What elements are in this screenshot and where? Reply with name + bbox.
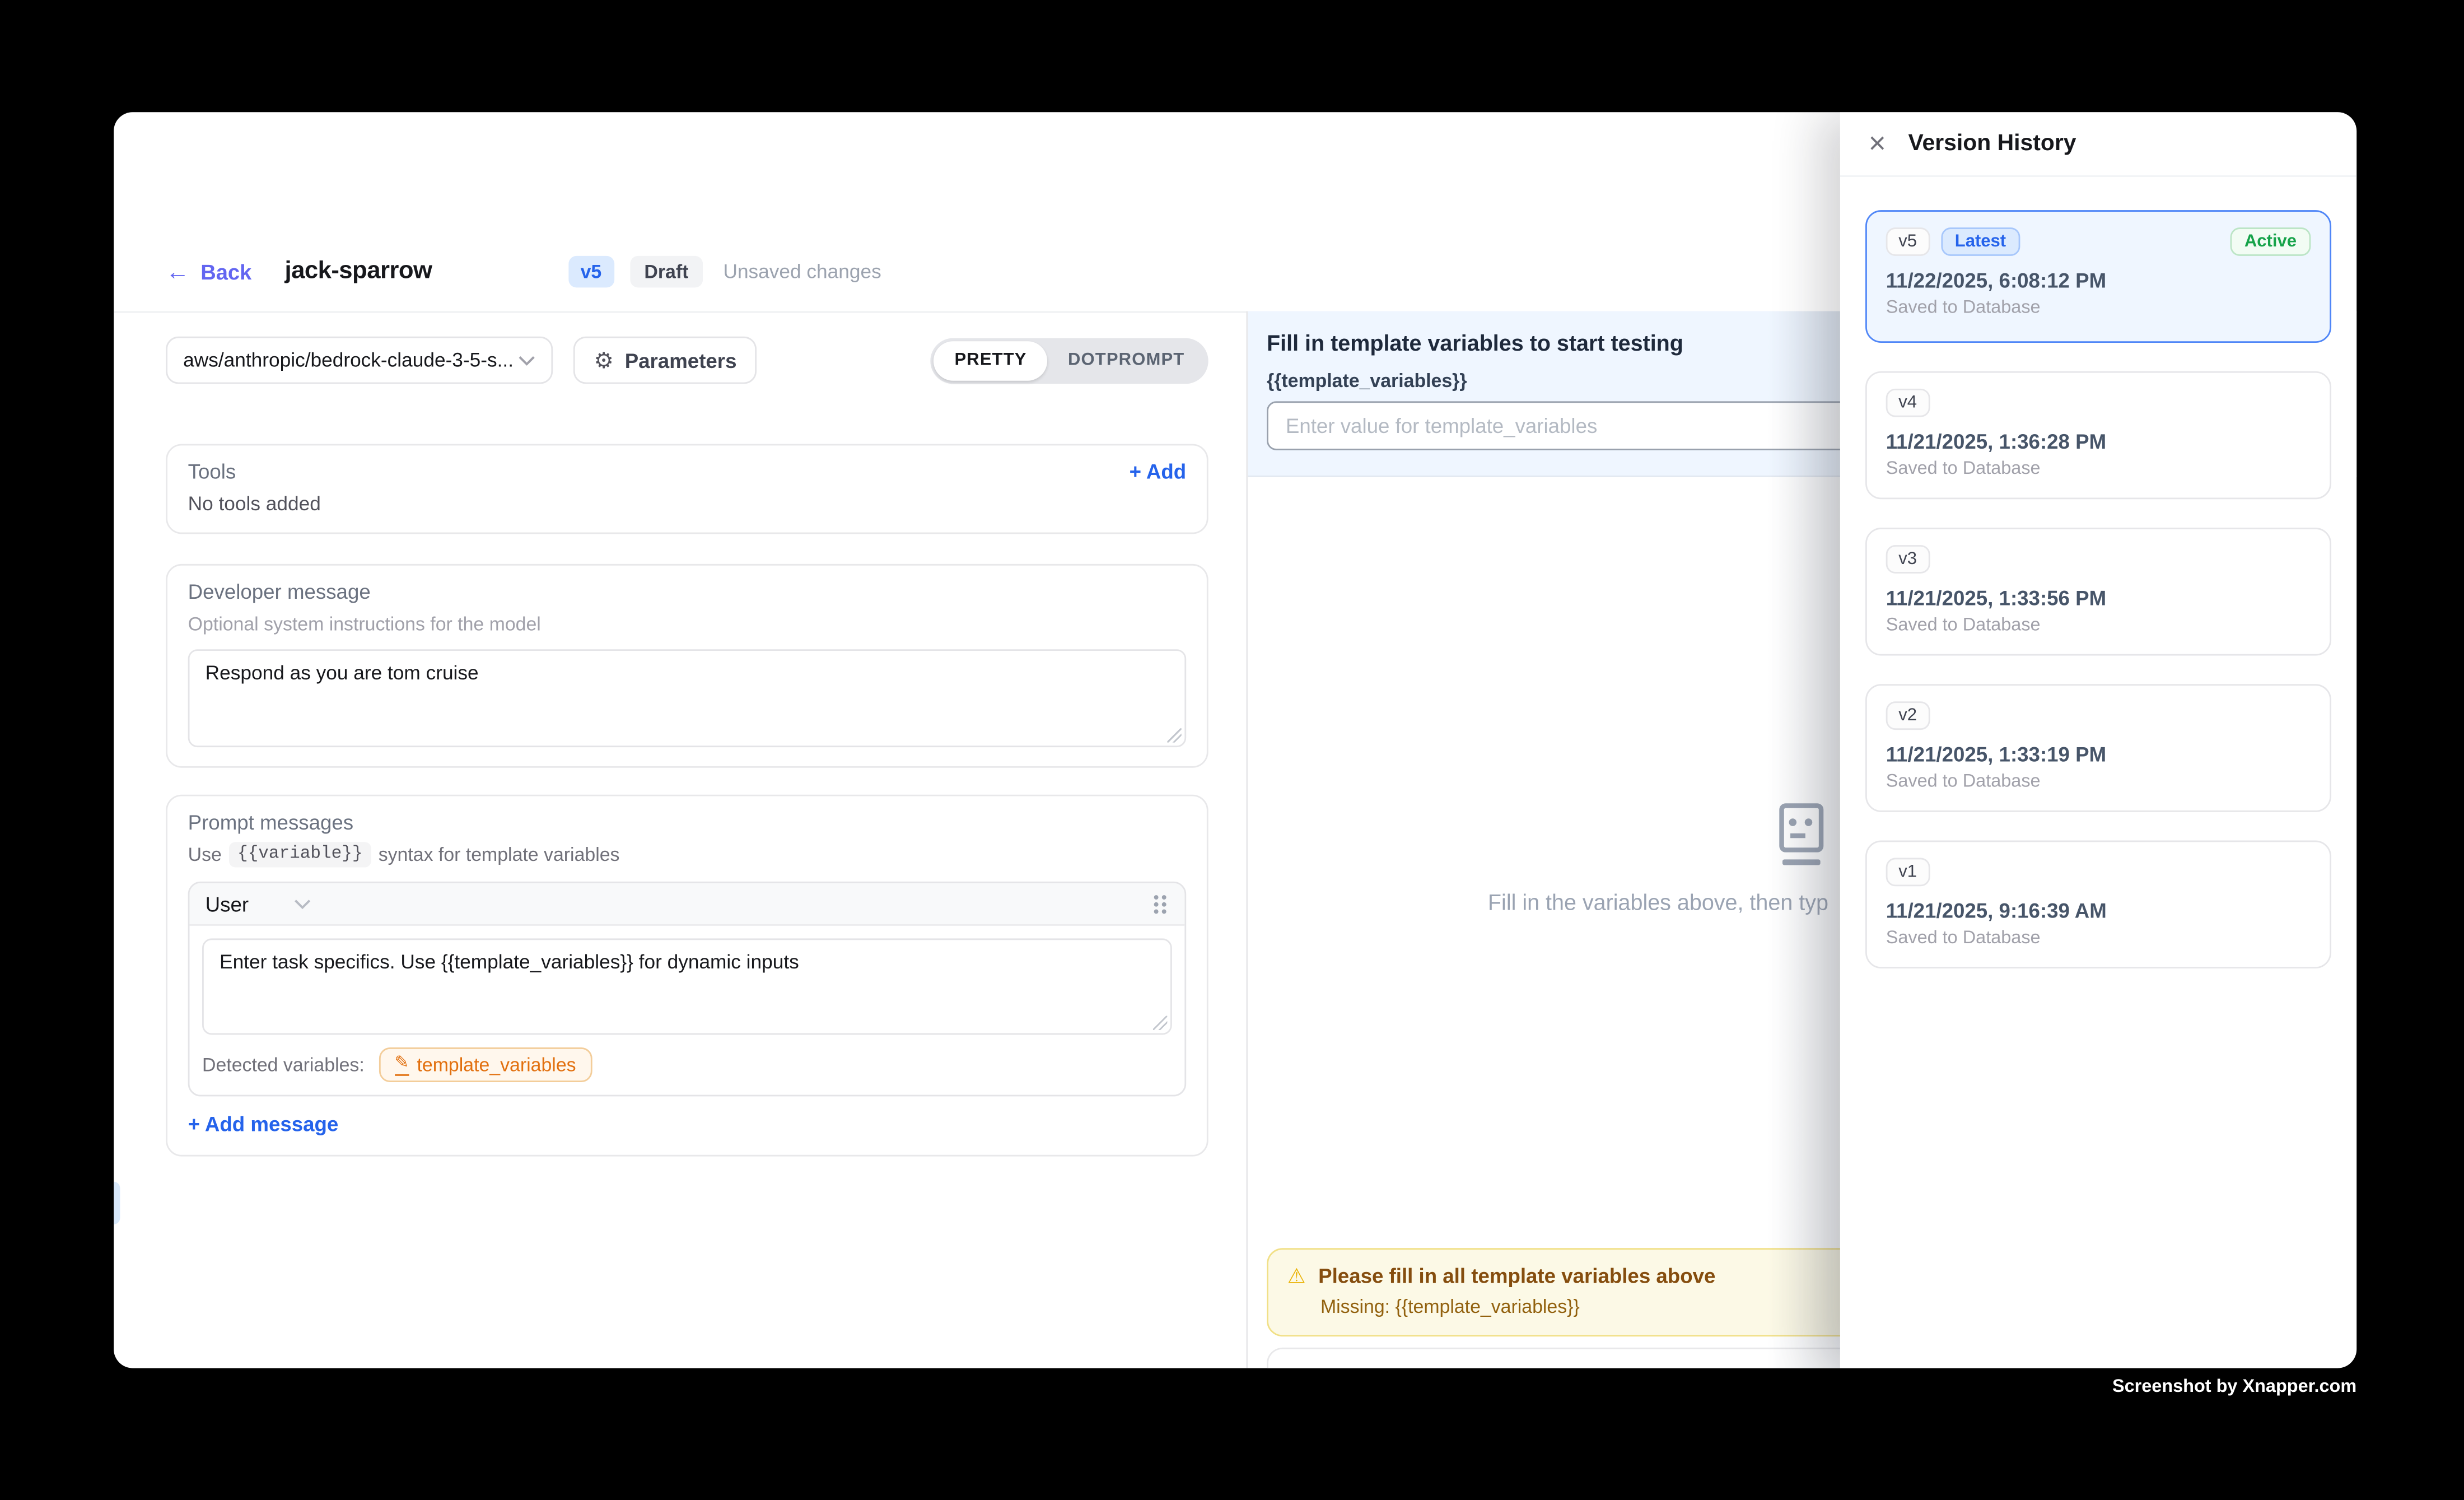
parameters-label: Parameters bbox=[625, 348, 737, 372]
robot-face-icon bbox=[1769, 799, 1832, 880]
parameters-button[interactable]: ⚙ Parameters bbox=[573, 337, 757, 384]
editor-column: aws/anthropic/bedrock-claude-3-5-s... ⚙ … bbox=[166, 311, 1208, 1157]
version-history-header: × Version History bbox=[1840, 112, 2356, 177]
version-card-badges: v4 bbox=[1886, 389, 2311, 417]
version-status: Saved to Database bbox=[1886, 772, 2311, 791]
developer-message-hint: Optional system instructions for the mod… bbox=[188, 613, 1187, 635]
version-number-badge: v5 bbox=[1886, 227, 1930, 256]
developer-message-label: Developer message bbox=[188, 580, 1187, 603]
version-badge: v5 bbox=[568, 256, 614, 287]
warning-icon: ⚠ bbox=[1287, 1265, 1306, 1286]
version-card-badges: v2 bbox=[1886, 701, 2311, 730]
version-history-panel: × Version History v5 Latest Active 11/22/20… bbox=[1840, 112, 2356, 1368]
prompt-messages-label: Prompt messages bbox=[188, 810, 1187, 834]
add-message-button[interactable]: + Add message bbox=[188, 1112, 1187, 1136]
empty-state-text: Fill in the variables above, then typ bbox=[1488, 889, 1828, 915]
version-card-badges: v5 Latest Active bbox=[1886, 227, 2311, 256]
version-status: Saved to Database bbox=[1886, 299, 2311, 318]
detected-variables-row: Detected variables: ✎ template_variables bbox=[202, 1047, 1172, 1082]
version-status: Saved to Database bbox=[1886, 929, 2311, 948]
app-window: ← Back jack-sparrow v5 Draft Unsaved cha… bbox=[114, 112, 2356, 1368]
version-number-badge: v2 bbox=[1886, 701, 1930, 730]
template-warning: ⚠ Please fill in all template variables … bbox=[1267, 1248, 1870, 1336]
gear-icon: ⚙ bbox=[594, 349, 614, 371]
prompt-messages-card: Prompt messages Use {{variable}} syntax … bbox=[166, 795, 1208, 1157]
unsaved-changes-text: Unsaved changes bbox=[723, 260, 881, 282]
toggle-option-pretty[interactable]: PRETTY bbox=[934, 341, 1048, 380]
version-card[interactable]: v1 11/21/2025, 9:16:39 AM Saved to Databas… bbox=[1865, 841, 2331, 968]
message-role-value: User bbox=[206, 892, 249, 915]
detected-variable-name: template_variables bbox=[417, 1054, 576, 1075]
tools-card: Tools + Add No tools added bbox=[166, 444, 1208, 534]
screen: ← Back jack-sparrow v5 Draft Unsaved cha… bbox=[0, 0, 2464, 1500]
latest-badge: Latest bbox=[1940, 227, 2020, 256]
active-badge: Active bbox=[2230, 227, 2311, 256]
version-number-badge: v3 bbox=[1886, 545, 1930, 574]
version-number-badge: v1 bbox=[1886, 858, 1930, 887]
message-role-select[interactable]: User bbox=[206, 892, 312, 915]
watermark-text: Screenshot by Xnapper.com bbox=[2112, 1377, 2356, 1396]
tools-empty-text: No tools added bbox=[188, 493, 1187, 515]
version-timestamp: 11/21/2025, 1:36:28 PM bbox=[1886, 430, 2311, 453]
app-header: ← Back jack-sparrow v5 Draft Unsaved cha… bbox=[166, 253, 881, 291]
message-block: User Enter task specifics. Use {{templat… bbox=[188, 882, 1187, 1097]
model-select[interactable]: aws/anthropic/bedrock-claude-3-5-s... bbox=[166, 337, 553, 384]
version-card-badges: v1 bbox=[1886, 858, 2311, 887]
version-timestamp: 11/21/2025, 1:33:19 PM bbox=[1886, 743, 2311, 766]
detected-variable-chip[interactable]: ✎ template_variables bbox=[379, 1047, 592, 1082]
version-list: v5 Latest Active 11/22/2025, 6:08:12 PM Save… bbox=[1840, 177, 2356, 968]
back-arrow-icon: ← bbox=[166, 260, 189, 283]
close-icon[interactable]: × bbox=[1869, 129, 1886, 159]
pencil-icon: ✎ bbox=[394, 1055, 409, 1075]
message-body: Enter task specifics. Use {{template_var… bbox=[189, 926, 1184, 1095]
warning-detail: Missing: {{template_variables}} bbox=[1320, 1296, 1850, 1317]
hint-prefix: Use bbox=[188, 844, 222, 865]
version-card[interactable]: v4 11/21/2025, 1:36:28 PM Saved to Databas… bbox=[1865, 371, 2331, 499]
drag-handle-icon[interactable] bbox=[1151, 892, 1169, 915]
version-card[interactable]: v3 11/21/2025, 1:33:56 PM Saved to Databas… bbox=[1865, 528, 2331, 655]
tools-label: Tools bbox=[188, 460, 236, 483]
back-button[interactable]: ← Back bbox=[166, 260, 251, 283]
version-card[interactable]: v2 11/21/2025, 1:33:19 PM Saved to Databas… bbox=[1865, 684, 2331, 812]
toggle-option-dotprompt[interactable]: DOTPROMPT bbox=[1047, 341, 1205, 380]
format-toggle: PRETTY DOTPROMPT bbox=[931, 337, 1208, 383]
version-timestamp: 11/21/2025, 1:33:56 PM bbox=[1886, 586, 2311, 609]
add-tool-button[interactable]: + Add bbox=[1130, 460, 1187, 483]
version-history-title: Version History bbox=[1908, 131, 2076, 156]
chevron-down-icon bbox=[295, 898, 312, 909]
page-title: jack-sparrow bbox=[284, 258, 432, 286]
detected-variables-label: Detected variables: bbox=[202, 1054, 365, 1075]
version-card-badges: v3 bbox=[1886, 545, 2311, 574]
hint-suffix: syntax for template variables bbox=[379, 844, 620, 865]
chevron-down-icon bbox=[518, 355, 535, 366]
message-textarea[interactable]: Enter task specifics. Use {{template_var… bbox=[202, 938, 1172, 1035]
version-card[interactable]: v5 Latest Active 11/22/2025, 6:08:12 PM Save… bbox=[1865, 210, 2331, 343]
developer-message-textarea[interactable]: Respond as you are tom cruise bbox=[188, 649, 1187, 747]
version-status: Saved to Database bbox=[1886, 616, 2311, 635]
version-number-badge: v4 bbox=[1886, 389, 1930, 417]
version-timestamp: 11/21/2025, 9:16:39 AM bbox=[1886, 899, 2311, 923]
warning-title: Please fill in all template variables ab… bbox=[1318, 1264, 1715, 1287]
model-toolbar: aws/anthropic/bedrock-claude-3-5-s... ⚙ … bbox=[166, 337, 1208, 384]
edge-accent bbox=[114, 1182, 120, 1224]
version-timestamp: 11/22/2025, 6:08:12 PM bbox=[1886, 268, 2311, 292]
chat-input-stub[interactable] bbox=[1267, 1348, 1870, 1368]
model-select-value: aws/anthropic/bedrock-claude-3-5-s... bbox=[183, 349, 514, 371]
version-status: Saved to Database bbox=[1886, 460, 2311, 479]
draft-status-badge: Draft bbox=[630, 256, 703, 287]
template-variable-input[interactable] bbox=[1267, 401, 1870, 450]
prompt-messages-hint: Use {{variable}} syntax for template var… bbox=[188, 842, 1187, 867]
developer-message-card: Developer message Optional system instru… bbox=[166, 564, 1208, 768]
variable-syntax-chip: {{variable}} bbox=[230, 842, 371, 867]
message-header: User bbox=[189, 883, 1184, 926]
back-label: Back bbox=[200, 260, 251, 283]
